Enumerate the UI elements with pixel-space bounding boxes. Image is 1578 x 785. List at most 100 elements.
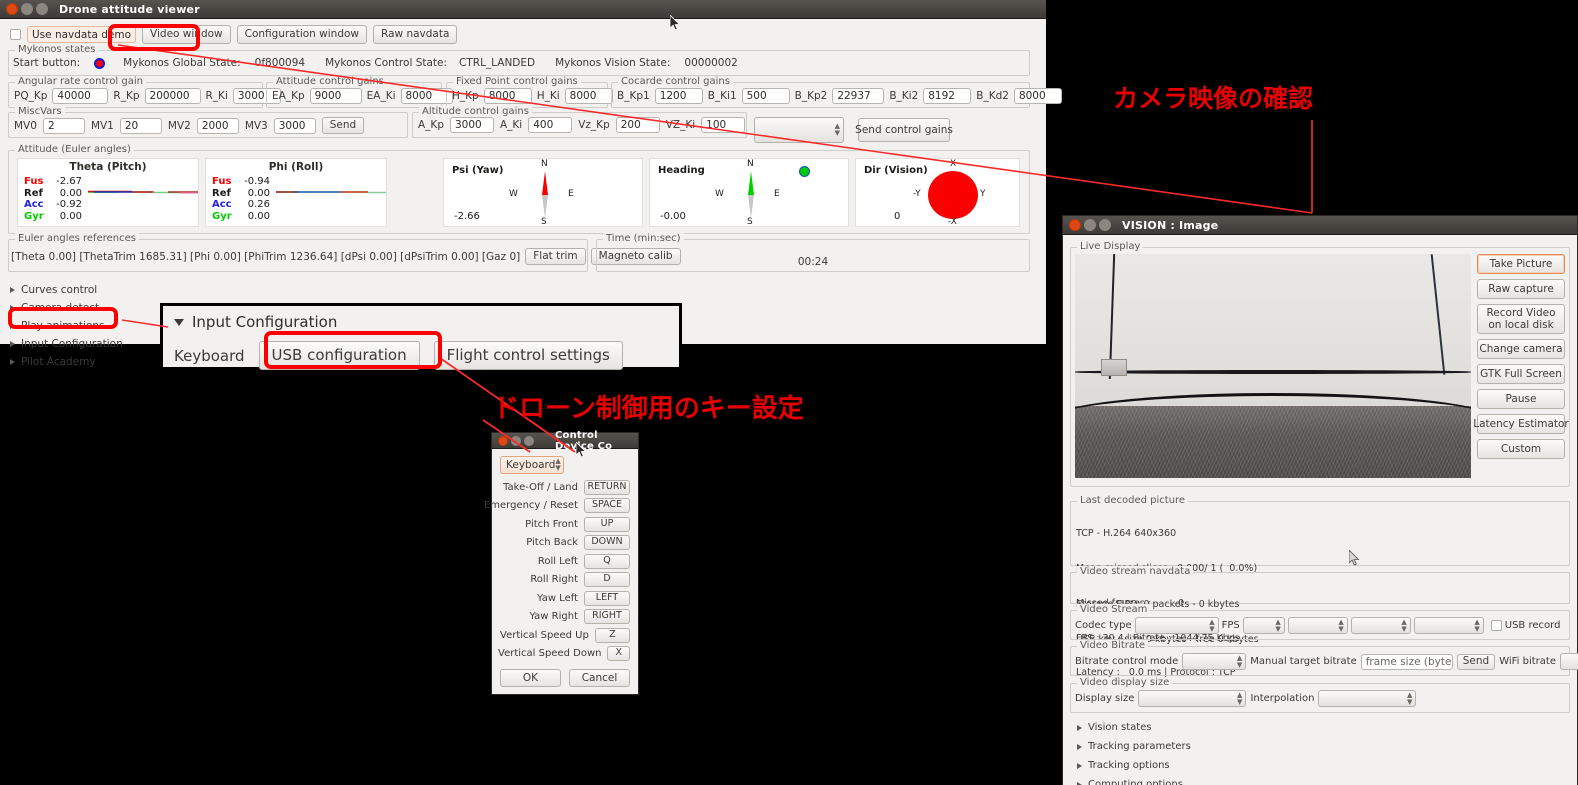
spinner-arrows-icon[interactable]: ▲ ▼: [1209, 618, 1214, 633]
usb-configuration-button[interactable]: USB configuration: [258, 341, 420, 371]
b-kp1-input[interactable]: 1200: [654, 88, 703, 104]
expander-tracking-options[interactable]: Tracking options: [1077, 756, 1191, 775]
raw-navdata-button[interactable]: Raw navdata: [373, 25, 458, 44]
spinner-arrows-icon[interactable]: ▲ ▼: [1237, 691, 1242, 706]
codec-type-combo[interactable]: ▲ ▼: [1134, 617, 1219, 634]
display-size-combo[interactable]: ▲ ▼: [1138, 690, 1247, 707]
binding-key-button[interactable]: RETURN: [584, 479, 630, 495]
vz-kp-input[interactable]: 200: [615, 117, 660, 133]
binding-key-button[interactable]: SPACE: [584, 498, 630, 514]
minimize-icon[interactable]: [1084, 219, 1096, 231]
a-ki-input[interactable]: 400: [528, 117, 573, 133]
stream-extra-combo-1[interactable]: ▲ ▼: [1287, 617, 1348, 634]
binding-key-button[interactable]: X: [607, 646, 630, 662]
spinner-arrows-icon[interactable]: ▲ ▼: [1237, 654, 1242, 669]
r-kp-input[interactable]: 200000: [144, 88, 201, 104]
record-video-button[interactable]: Record Video on local disk: [1477, 304, 1565, 334]
expander-pilot-academy[interactable]: Pilot Academy: [10, 353, 123, 371]
h-kp-input[interactable]: 8000: [483, 88, 532, 104]
close-icon[interactable]: [498, 435, 508, 446]
bitrate-send-button[interactable]: Send: [1456, 653, 1496, 670]
live-video-image[interactable]: [1075, 254, 1471, 478]
control-device-combo[interactable]: Keyboard ▲ ▼: [500, 456, 564, 474]
configuration-window-button[interactable]: Configuration window: [236, 25, 368, 44]
binding-row: Take-Off / Land RETURN: [500, 478, 630, 497]
spinner-arrows-icon[interactable]: ▲ ▼: [555, 458, 560, 472]
send-control-gains-button[interactable]: Send control gains: [855, 118, 953, 142]
mv0-input[interactable]: 2: [42, 117, 85, 134]
expander-computing-options[interactable]: Computing options: [1077, 775, 1191, 785]
change-camera-button[interactable]: Change camera: [1477, 339, 1565, 359]
miscvars-send-button[interactable]: Send: [321, 117, 365, 134]
expander-vision-states[interactable]: Vision states: [1077, 718, 1191, 737]
b-ki2-input[interactable]: 8192: [923, 88, 972, 104]
binding-key-button[interactable]: LEFT: [584, 590, 630, 606]
pause-button[interactable]: Pause: [1477, 389, 1565, 409]
binding-key-button[interactable]: UP: [584, 516, 630, 532]
b-kp2-input[interactable]: 22937: [832, 88, 885, 104]
expander-tracking-parameters[interactable]: Tracking parameters: [1077, 737, 1191, 756]
spinner-arrows-icon[interactable]: ▲ ▼: [835, 123, 840, 137]
manual-bitrate-input[interactable]: frame size (bytes): [1360, 653, 1453, 670]
ea-ki-input[interactable]: 8000: [400, 88, 453, 104]
use-navdata-demo-checkbox[interactable]: [10, 29, 21, 40]
take-picture-button[interactable]: Take Picture: [1477, 254, 1565, 274]
fps-combo[interactable]: ▲ ▼: [1242, 617, 1285, 634]
maximize-icon[interactable]: [36, 3, 48, 15]
minimize-icon[interactable]: [21, 3, 33, 15]
a-kp-input[interactable]: 3000: [449, 117, 494, 133]
flight-control-settings-button[interactable]: Flight control settings: [433, 341, 623, 371]
control-state-value: CTRL_LANDED: [459, 57, 536, 69]
gains-preset-combo[interactable]: ▲ ▼: [754, 117, 844, 143]
spinner-arrows-icon[interactable]: ▲ ▼: [1401, 618, 1406, 633]
vz-ki-input[interactable]: 100: [701, 117, 746, 133]
ea-kp-input[interactable]: 9000: [309, 88, 362, 104]
usb-record-label: USB record: [1504, 620, 1561, 631]
minimize-icon[interactable]: [511, 435, 521, 446]
heading-status-led: [799, 166, 810, 177]
bitrate-mode-combo[interactable]: ▲ ▼: [1182, 653, 1247, 670]
close-icon[interactable]: [1069, 219, 1081, 231]
mv3-input[interactable]: 3000: [273, 117, 316, 134]
start-button-led[interactable]: [94, 57, 106, 69]
stream-extra-combo-2[interactable]: ▲ ▼: [1350, 617, 1411, 634]
spinner-arrows-icon[interactable]: ▲ ▼: [1338, 618, 1343, 633]
raw-capture-button[interactable]: Raw capture: [1477, 279, 1565, 299]
miscvars-frame: MiscVars MV0 2 MV1 20 MV2 2000 MV3 3000 …: [8, 106, 408, 138]
b-kd2-input[interactable]: 8000: [1013, 88, 1062, 104]
wifi-bitrate-combo[interactable]: ▲▼: [1559, 653, 1578, 670]
stream-extra-combo-3[interactable]: ▲ ▼: [1413, 617, 1484, 634]
binding-key-button[interactable]: Q: [584, 553, 630, 569]
mv2-input[interactable]: 2000: [196, 117, 239, 134]
expander-camera-detect[interactable]: Camera detect: [10, 299, 123, 317]
spinner-arrows-icon[interactable]: ▲ ▼: [1407, 691, 1412, 706]
custom-button[interactable]: Custom: [1477, 439, 1565, 459]
spinner-arrows-icon[interactable]: ▲ ▼: [1275, 618, 1280, 633]
maximize-icon[interactable]: [524, 435, 534, 446]
spinner-arrows-icon[interactable]: ▲ ▼: [1474, 618, 1479, 633]
binding-row: Roll Right D: [500, 571, 630, 590]
mv1-input[interactable]: 20: [119, 117, 162, 134]
interpolation-combo[interactable]: ▲ ▼: [1318, 690, 1417, 707]
mv2-label: MV2: [167, 119, 191, 132]
usb-record-checkbox[interactable]: [1490, 620, 1502, 631]
b-ki1-input[interactable]: 500: [741, 88, 790, 104]
expander-play-animations[interactable]: Play animations: [10, 317, 123, 335]
ok-button[interactable]: OK: [500, 669, 561, 687]
maximize-icon[interactable]: [1099, 219, 1111, 231]
binding-key-button[interactable]: RIGHT: [584, 609, 630, 625]
expander-input-configuration[interactable]: Input Configuration: [10, 335, 123, 353]
binding-key-button[interactable]: D: [584, 572, 630, 588]
binding-key-button[interactable]: Z: [594, 627, 630, 643]
close-icon[interactable]: [6, 3, 18, 15]
flat-trim-button[interactable]: Flat trim: [525, 248, 586, 265]
pq-kp-input[interactable]: 40000: [52, 88, 109, 104]
expander-curves-control[interactable]: Curves control: [10, 281, 123, 299]
binding-key-button[interactable]: DOWN: [584, 535, 630, 551]
cancel-button[interactable]: Cancel: [569, 669, 630, 687]
input-configuration-header[interactable]: Input Configuration: [174, 313, 337, 331]
gtk-full-screen-button[interactable]: GTK Full Screen: [1477, 364, 1565, 384]
h-ki-input[interactable]: 8000: [564, 88, 613, 104]
video-window-button[interactable]: Video window: [142, 25, 231, 44]
latency-estimator-button[interactable]: Latency Estimator: [1473, 414, 1569, 434]
